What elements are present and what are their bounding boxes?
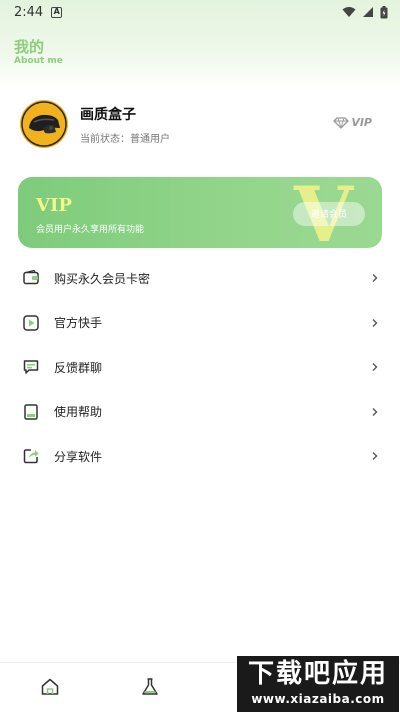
play-icon: [23, 315, 39, 331]
notification-icon: A: [51, 6, 63, 18]
diamond-icon: [333, 116, 350, 129]
home-icon[interactable]: [40, 677, 60, 697]
battery-icon: [380, 5, 388, 18]
watermark: 下载吧应用 www.xiazaiba.com: [237, 656, 399, 712]
vip-card[interactable]: V VIP 会员用户永久享用所有功能 邀请会员: [18, 177, 382, 248]
book-icon: [24, 404, 38, 420]
menu-item-help[interactable]: 使用帮助: [0, 390, 400, 435]
status-bar: 2:44 A: [0, 0, 400, 24]
vip-badge-label: VIP: [351, 116, 372, 129]
menu-item-label: 购买永久会员卡密: [54, 271, 151, 286]
watermark-title: 下载吧应用: [247, 659, 388, 689]
menu-item-feedback-group[interactable]: 反馈群聊: [0, 345, 400, 390]
profile-section: 画质盒子 当前状态：普通用户 VIP: [20, 100, 380, 148]
wifi-icon: [342, 7, 356, 17]
menu-item-label: 分享软件: [54, 449, 103, 464]
menu-list: 购买永久会员卡密 官方快手 反馈群聊 使用帮助 分享软件: [0, 256, 400, 479]
chevron-right-icon: [372, 407, 378, 416]
vip-card-title: VIP: [36, 195, 72, 216]
vip-badge: VIP: [333, 116, 372, 129]
chevron-right-icon: [372, 363, 378, 372]
invite-vip-button[interactable]: 邀请会员: [293, 202, 365, 226]
wallet-icon: [23, 270, 39, 285]
profile-name: 画质盒子: [80, 106, 136, 123]
avatar[interactable]: [20, 100, 68, 148]
menu-item-kuaishou[interactable]: 官方快手: [0, 301, 400, 346]
watermark-url: www.xiazaiba.com: [251, 692, 385, 706]
page-subtitle: About me: [14, 56, 63, 66]
vip-card-description: 会员用户永久享用所有功能: [36, 225, 145, 235]
share-icon: [23, 449, 39, 464]
chevron-right-icon: [372, 274, 378, 283]
chat-icon: [23, 360, 39, 374]
menu-item-label: 官方快手: [54, 316, 103, 331]
signal-icon: [363, 7, 373, 17]
menu-item-label: 使用帮助: [54, 405, 103, 420]
menu-item-label: 反馈群聊: [54, 360, 103, 375]
menu-item-share[interactable]: 分享软件: [0, 434, 400, 479]
chevron-right-icon: [372, 318, 378, 327]
helmet-avatar-icon: [20, 100, 68, 148]
profile-status: 当前状态：普通用户: [80, 133, 170, 145]
chevron-right-icon: [372, 452, 378, 461]
flask-icon[interactable]: [140, 677, 160, 697]
menu-item-buy-card[interactable]: 购买永久会员卡密: [0, 256, 400, 301]
page-title: 我的: [14, 38, 45, 56]
status-time: 2:44: [14, 4, 44, 20]
